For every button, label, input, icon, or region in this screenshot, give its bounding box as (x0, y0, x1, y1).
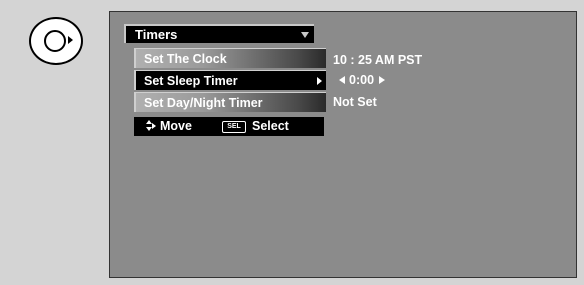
increase-arrow-icon[interactable] (379, 76, 386, 85)
hint-bar: Move SEL Select (134, 117, 324, 136)
submenu-arrow-icon (317, 77, 322, 85)
sleep-timer-value-text: 0:00 (349, 73, 375, 87)
decrease-arrow-icon[interactable] (339, 76, 345, 85)
menu-item-set-day-night-timer[interactable]: Set Day/Night Timer (134, 92, 326, 112)
arrows-updown-icon (146, 120, 156, 133)
menu-item-set-the-clock[interactable]: Set The Clock (134, 48, 326, 68)
menu-item-set-sleep-timer[interactable]: Set Sleep Timer (134, 70, 326, 90)
circle-icon (44, 30, 66, 52)
navigate-right-button[interactable] (29, 17, 83, 65)
menu-item-label: Set The Clock (144, 52, 227, 66)
day-night-timer-value: Not Set (333, 92, 377, 112)
sel-key-icon: SEL (222, 121, 246, 133)
hint-move-label: Move (160, 119, 192, 133)
menu-title[interactable]: Timers (124, 24, 314, 43)
clock-value: 10 : 25 AM PST (333, 50, 422, 70)
clock-value-text: 10 : 25 AM PST (333, 53, 423, 67)
hint-select-label: Select (252, 119, 289, 133)
caret-down-icon (301, 32, 309, 38)
page: Timers Set The Clock 10 : 25 AM PST Set … (0, 0, 584, 285)
right-arrow-icon (68, 36, 73, 44)
day-night-timer-value-text: Not Set (333, 95, 377, 109)
sleep-timer-value[interactable]: 0:00 (333, 70, 386, 90)
menu-title-label: Timers (135, 27, 178, 42)
menu-item-label: Set Day/Night Timer (144, 96, 263, 110)
menu-item-label: Set Sleep Timer (144, 74, 238, 88)
